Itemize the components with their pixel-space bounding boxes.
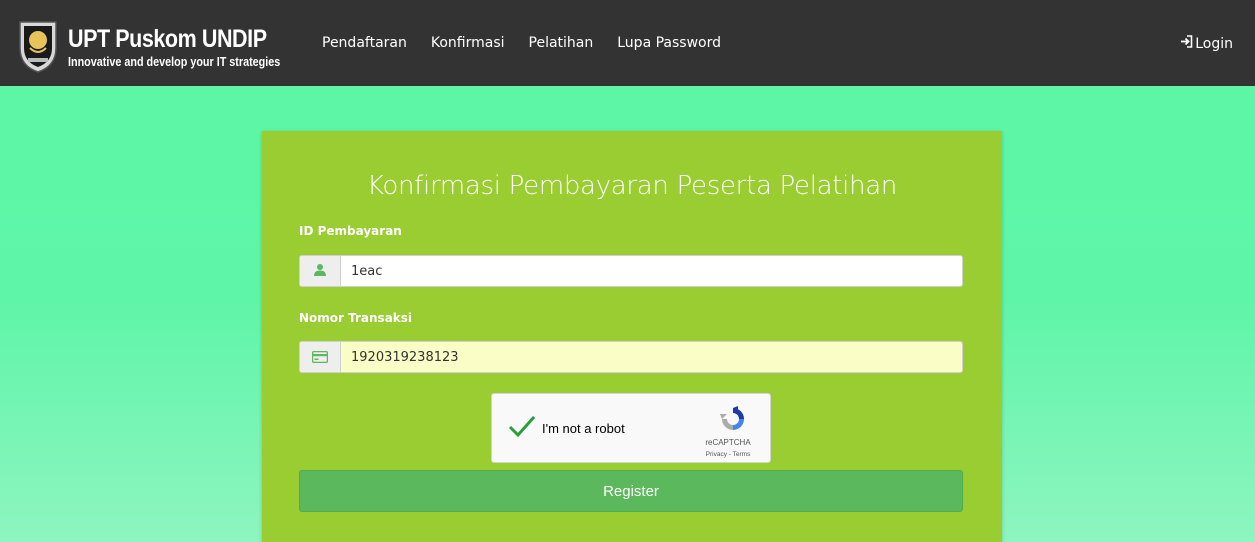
- nav-item-pendaftaran[interactable]: Pendaftaran: [322, 35, 407, 51]
- brand-title: UPT Puskom UNDIP: [68, 25, 267, 53]
- id-pembayaran-value: 1eac: [351, 263, 383, 279]
- login-icon: [1180, 35, 1195, 52]
- recaptcha-widget: I'm not a robot reCAPTCHA Privacy - Term…: [491, 393, 771, 463]
- credit-card-icon: [311, 348, 329, 367]
- nomor-transaksi-label: Nomor Transaksi: [299, 311, 413, 325]
- id-pembayaran-addon: [300, 256, 341, 286]
- user-icon: [313, 262, 327, 281]
- nav-item-lupa-password[interactable]: Lupa Password: [617, 35, 721, 51]
- brand[interactable]: UPT Puskom UNDIP Innovative and develop …: [16, 18, 324, 74]
- page-title: Konfirmasi Pembayaran Peserta Pelatihan: [366, 171, 898, 201]
- id-pembayaran-label: ID Pembayaran: [299, 224, 402, 238]
- register-button[interactable]: Register: [299, 470, 963, 512]
- brand-tagline: Innovative and develop your IT strategie…: [68, 54, 281, 69]
- recaptcha-label: I'm not a robot: [542, 421, 625, 436]
- recaptcha-terms-link[interactable]: Privacy - Terms: [696, 451, 760, 458]
- recaptcha-brand: reCAPTCHA: [705, 438, 751, 447]
- payment-confirmation-card: Konfirmasi Pembayaran Peserta Pelatihan …: [262, 131, 1002, 542]
- id-pembayaran-input[interactable]: 1eac: [299, 255, 963, 287]
- nav-item-konfirmasi[interactable]: Konfirmasi: [431, 35, 505, 51]
- nomor-transaksi-addon: [300, 342, 341, 372]
- recaptcha-checkbox[interactable]: [508, 414, 536, 442]
- navbar: UPT Puskom UNDIP Innovative and develop …: [0, 0, 1255, 86]
- nav-menu: Pendaftaran Konfirmasi Pelatihan Lupa Pa…: [322, 35, 745, 51]
- undip-logo: [16, 18, 60, 74]
- login-link[interactable]: Login: [1180, 35, 1233, 52]
- nomor-transaksi-input[interactable]: 1920319238123: [299, 341, 963, 373]
- login-label: Login: [1195, 35, 1233, 52]
- nav-item-pelatihan[interactable]: Pelatihan: [529, 35, 594, 51]
- recaptcha-logo-icon: [718, 404, 748, 438]
- nomor-transaksi-value: 1920319238123: [351, 349, 459, 365]
